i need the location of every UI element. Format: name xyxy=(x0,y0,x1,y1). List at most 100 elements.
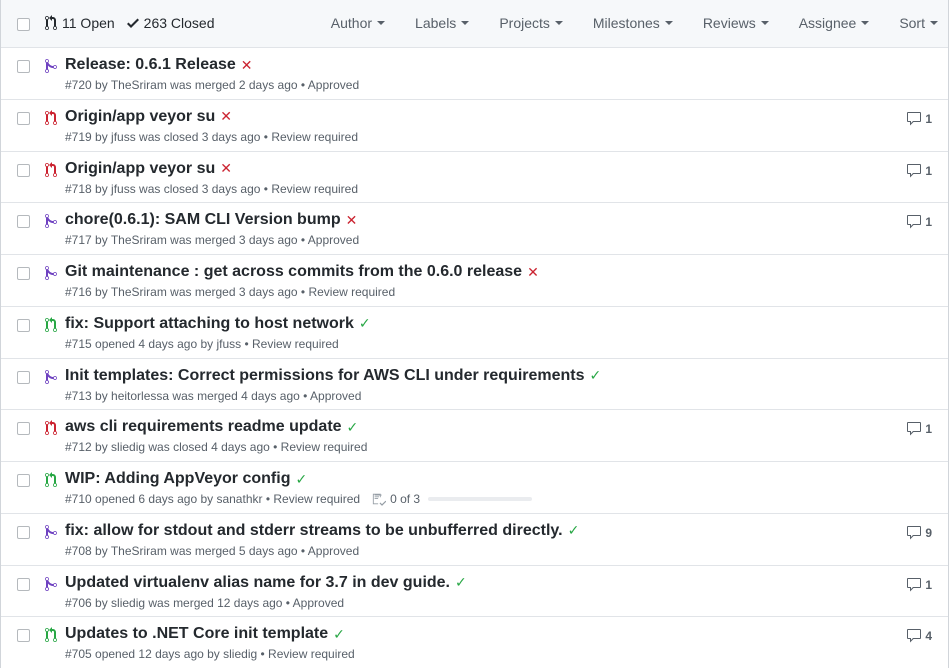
author-filter-dropdown[interactable]: Author xyxy=(331,15,386,31)
failed-status-x-icon[interactable]: ✕ xyxy=(346,212,358,229)
failed-status-x-icon[interactable]: ✕ xyxy=(527,264,539,281)
pull-request-meta: #717 by TheSriram was merged 3 days ago … xyxy=(65,233,359,247)
pull-request-meta: #710 opened 6 days ago by sanathkr • Rev… xyxy=(65,492,533,506)
success-check-icon[interactable]: ✓ xyxy=(455,574,467,591)
meta-text: #713 by heitorlessa was merged 4 days ag… xyxy=(65,388,362,403)
pull-request-row: Git maintenance : get across commits fro… xyxy=(1,255,948,307)
row-checkbox[interactable] xyxy=(17,474,30,487)
labels-filter-dropdown[interactable]: Labels xyxy=(415,15,470,31)
merged-pr-icon xyxy=(45,58,57,74)
pull-request-meta: #706 by sliedig was merged 12 days ago •… xyxy=(65,596,344,610)
pull-request-row: aws cli requirements readme update ✓ #712 … xyxy=(1,410,948,462)
meta-text: #716 by TheSriram was merged 3 days ago … xyxy=(65,285,396,299)
comment-icon xyxy=(907,111,922,126)
open-pr-icon xyxy=(45,472,57,487)
sort-dropdown[interactable]: Sort xyxy=(899,15,938,31)
row-checkbox[interactable] xyxy=(17,577,30,591)
pull-request-title-link[interactable]: Origin/app veyor su xyxy=(65,108,215,126)
caret-down-icon xyxy=(664,21,673,25)
comment-icon xyxy=(907,215,922,229)
state-filters: 11 Open 263 Closed xyxy=(45,15,227,31)
failed-status-x-icon[interactable]: ✕ xyxy=(241,57,253,74)
assignee-filter-dropdown[interactable]: Assignee xyxy=(799,15,870,31)
row-checkbox[interactable] xyxy=(17,267,30,280)
select-all-checkbox[interactable] xyxy=(17,18,30,31)
success-check-icon[interactable]: ✓ xyxy=(359,315,371,332)
pull-request-title-link[interactable]: Init templates: Correct permissions for … xyxy=(65,367,585,385)
comment-icon xyxy=(907,163,922,177)
success-check-icon[interactable]: ✓ xyxy=(333,626,345,643)
merged-pr-icon xyxy=(45,524,57,539)
meta-text: #717 by TheSriram was merged 3 days ago … xyxy=(65,233,360,248)
check-icon xyxy=(126,18,139,28)
pull-request-title-link[interactable]: fix: Support attaching to host network xyxy=(65,315,354,333)
filter-label: Assignee xyxy=(798,15,857,31)
comment-count: 1 xyxy=(925,422,932,437)
pull-request-title-link[interactable]: Git maintenance : get across commits fro… xyxy=(65,263,522,281)
row-checkbox[interactable] xyxy=(17,629,30,643)
pull-request-row: Origin/app veyor su ✕ #718 by jfuss was cl… xyxy=(1,152,948,204)
comments-link[interactable]: 4 xyxy=(906,628,932,644)
comments-link[interactable]: 1 xyxy=(906,214,932,230)
success-check-icon[interactable]: ✓ xyxy=(295,471,307,488)
pull-request-title-link[interactable]: Origin/app veyor su xyxy=(65,160,215,178)
projects-filter-dropdown[interactable]: Projects xyxy=(499,15,563,31)
failed-status-x-icon[interactable]: ✕ xyxy=(220,108,232,125)
row-checkbox[interactable] xyxy=(17,318,30,332)
pull-request-meta: #719 by jfuss was closed 3 days ago • Re… xyxy=(65,130,358,144)
pull-request-title-link[interactable]: aws cli requirements readme update xyxy=(65,418,342,436)
comment-icon xyxy=(907,422,922,436)
comments-link[interactable]: 1 xyxy=(906,163,932,179)
comment-count: 1 xyxy=(925,163,932,178)
closed-pr-icon xyxy=(45,420,57,436)
meta-text: #705 opened 12 days ago by sliedig • Rev… xyxy=(65,647,355,662)
filter-label: Projects xyxy=(499,15,550,31)
row-checkbox[interactable] xyxy=(17,60,30,73)
row-checkbox[interactable] xyxy=(17,370,30,384)
pull-request-title-link[interactable]: WIP: Adding AppVeyor config xyxy=(65,470,290,488)
closed-filter-link[interactable]: 263 Closed xyxy=(126,15,215,31)
filter-label: Reviews xyxy=(702,15,756,31)
task-progress: 0 of 3 xyxy=(372,492,533,506)
caret-down-icon xyxy=(377,21,386,25)
meta-text: #706 by sliedig was merged 12 days ago •… xyxy=(65,595,345,610)
reviews-filter-dropdown[interactable]: Reviews xyxy=(703,15,769,31)
pull-request-meta: #720 by TheSriram was merged 2 days ago … xyxy=(65,78,359,92)
merged-pr-icon xyxy=(45,214,57,229)
comments-link[interactable]: 1 xyxy=(906,111,932,127)
comments-link[interactable]: 9 xyxy=(906,525,932,541)
pull-request-title-link[interactable]: Updates to .NET Core init template xyxy=(65,625,328,643)
row-checkbox[interactable] xyxy=(17,215,30,229)
caret-down-icon xyxy=(930,21,938,25)
comment-count: 1 xyxy=(925,577,932,592)
comment-icon xyxy=(907,577,922,591)
open-pr-icon xyxy=(45,316,57,332)
failed-status-x-icon[interactable]: ✕ xyxy=(220,160,232,177)
pull-request-row: Origin/app veyor su ✕ #719 by jfuss was cl… xyxy=(1,100,948,152)
filter-label: Sort xyxy=(899,15,925,31)
open-filter-link[interactable]: 11 Open xyxy=(45,15,115,31)
row-checkbox[interactable] xyxy=(17,111,30,125)
pull-request-meta: #715 opened 4 days ago by jfuss • Review… xyxy=(65,337,339,351)
comments-link[interactable]: 1 xyxy=(906,577,932,593)
pull-request-title-link[interactable]: Release: 0.6.1 Release xyxy=(65,56,236,74)
pull-request-meta: #708 by TheSriram was merged 5 days ago … xyxy=(65,544,359,558)
success-check-icon[interactable]: ✓ xyxy=(590,367,602,384)
meta-text: #715 opened 4 days ago by jfuss • Review… xyxy=(65,336,339,351)
success-check-icon[interactable]: ✓ xyxy=(347,419,359,436)
row-checkbox[interactable] xyxy=(17,422,30,436)
pull-request-meta: #713 by heitorlessa was merged 4 days ag… xyxy=(65,389,361,403)
comment-count: 9 xyxy=(925,525,932,540)
pull-request-title-link[interactable]: chore(0.6.1): SAM CLI Version bump xyxy=(65,211,341,229)
comment-count: 1 xyxy=(925,215,932,230)
row-checkbox[interactable] xyxy=(17,163,30,177)
pull-request-title-link[interactable]: Updated virtualenv alias name for 3.7 in… xyxy=(65,574,450,592)
pull-request-title-link[interactable]: fix: allow for stdout and stderr streams… xyxy=(65,522,563,540)
row-checkbox[interactable] xyxy=(17,525,30,539)
milestones-filter-dropdown[interactable]: Milestones xyxy=(593,15,673,31)
filter-menus: Author Labels Projects Milestones Review… xyxy=(331,15,948,31)
comment-count: 1 xyxy=(925,111,932,126)
success-check-icon[interactable]: ✓ xyxy=(568,522,580,539)
comments-link[interactable]: 1 xyxy=(906,421,932,437)
meta-text: #708 by TheSriram was merged 5 days ago … xyxy=(65,543,360,558)
